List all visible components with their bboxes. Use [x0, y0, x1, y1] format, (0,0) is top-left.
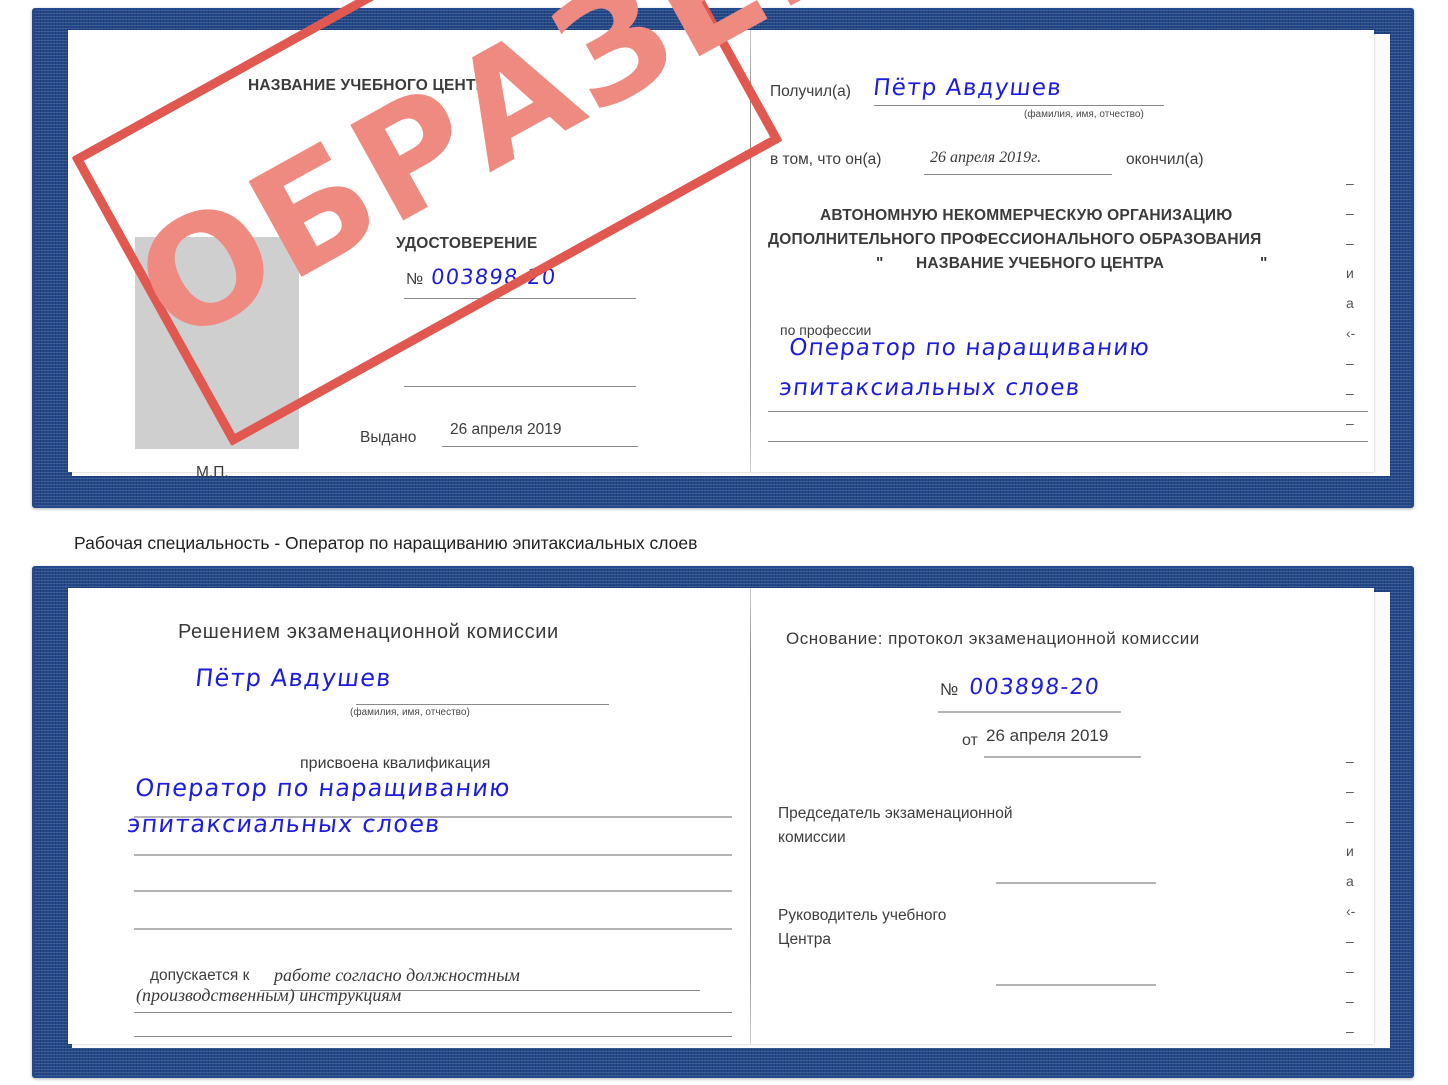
protocol-number-value: 003898-20 — [967, 675, 1102, 700]
edge-glyph: – — [1346, 783, 1354, 799]
book-gutter-top — [750, 30, 751, 472]
edge-glyph: – — [1346, 175, 1354, 191]
edge-glyph: ‹- — [1346, 903, 1356, 919]
back-page-edge-glyphs-top: – – – и а ‹- – – – — [1346, 168, 1355, 438]
organization-line-1: АВТОНОМНУЮ НЕКОММЕРЧЕСКУЮ ОРГАНИЗАЦИЮ — [820, 207, 1233, 224]
head-signature-rule — [996, 984, 1156, 986]
edge-glyph: а — [1346, 873, 1354, 889]
fio-hint-bottom: (фамилия, имя, отчество) — [350, 707, 470, 718]
finished-label: окончил(а) — [1126, 151, 1204, 168]
admitted-value-line-1: работе согласно должностным — [274, 965, 520, 985]
qualification-value-line-1: Оператор по наращиванию — [133, 774, 513, 802]
admitted-label: допускается к — [150, 967, 250, 984]
profession-rule-2 — [768, 441, 1368, 442]
photo-placeholder — [135, 237, 299, 449]
protocol-date-label: от — [962, 732, 978, 749]
page-caption: Рабочая специальность - Оператор по нара… — [74, 533, 698, 553]
qualification-label: присвоена квалификация — [300, 755, 491, 772]
head-label-line-2: Центра — [778, 931, 831, 948]
blank-rule-bottom-1 — [134, 890, 732, 892]
protocol-date-value: 26 апреля 2019 — [986, 726, 1109, 745]
received-label: Получил(а) — [770, 83, 851, 100]
edge-glyph: – — [1346, 813, 1354, 829]
pages-top: НАЗВАНИЕ УЧЕБНОГО ЦЕНТРА УДОСТОВЕРЕНИЕ №… — [68, 30, 1374, 481]
number-label-top: № — [406, 271, 424, 288]
chairman-label-line-2: комиссии — [778, 829, 846, 846]
edge-glyph: – — [1346, 205, 1354, 221]
chairman-signature-rule — [996, 882, 1156, 884]
edge-glyph: – — [1346, 385, 1354, 401]
qualification-value-line-2: эпитаксиальных слоев — [125, 810, 443, 838]
blank-rule-top-1 — [404, 386, 636, 387]
edge-glyph: – — [1346, 753, 1354, 769]
edge-glyph: – — [1346, 1023, 1354, 1039]
issued-value-top: 26 апреля 2019 — [450, 421, 562, 438]
organization-quote-open: " — [876, 255, 884, 272]
edge-glyph: – — [1346, 933, 1354, 949]
edge-glyph: – — [1346, 355, 1354, 371]
back-page-edge-glyphs-bottom: – – – и а ‹- – – – – — [1346, 746, 1355, 1046]
edge-glyph: – — [1346, 993, 1354, 1009]
edge-glyph: – — [1346, 963, 1354, 979]
profession-rule-1 — [768, 411, 1368, 412]
received-rule — [874, 105, 1164, 106]
qualification-rule-2 — [134, 854, 732, 856]
in-that-label: в том, что он(а) — [770, 151, 882, 168]
received-name-value: Пётр Авдушев — [871, 75, 1064, 101]
number-value-top: 003898-20 — [429, 265, 558, 289]
admitted-rule-3 — [134, 1036, 732, 1037]
fio-hint-top: (фамилия, имя, отчество) — [1024, 109, 1144, 120]
organization-name: НАЗВАНИЕ УЧЕБНОГО ЦЕНТРА — [916, 255, 1165, 272]
head-label-line-1: Руководитель учебного — [778, 907, 947, 924]
basis-label: Основание: протокол экзаменационной коми… — [786, 629, 1200, 648]
training-center-name-top: НАЗВАНИЕ УЧЕБНОГО ЦЕНТРА — [248, 77, 497, 94]
edge-glyph: и — [1346, 265, 1354, 281]
admitted-value-line-2: (производственным) инструкциям — [136, 985, 402, 1005]
certificate-bottom: Решением экзаменационной комиссии Пётр А… — [32, 566, 1414, 1078]
finish-date-rule — [924, 174, 1112, 175]
graduate-name-value: Пётр Авдушев — [193, 664, 394, 692]
edge-glyph: – — [1346, 235, 1354, 251]
graduate-name-rule — [356, 704, 609, 705]
edge-glyph: – — [1346, 415, 1354, 431]
chairman-label-line-1: Председатель экзаменационной — [778, 805, 1013, 822]
organization-line-2: ДОПОЛНИТЕЛЬНОГО ПРОФЕССИОНАЛЬНОГО ОБРАЗО… — [768, 231, 1262, 248]
protocol-number-rule — [938, 711, 1121, 713]
commission-decision-heading: Решением экзаменационной комиссии — [178, 621, 559, 643]
issued-rule-top — [442, 446, 638, 447]
seal-label-top: М.П. — [196, 464, 229, 481]
profession-value-line-1: Оператор по наращиванию — [787, 335, 1152, 361]
certificate-top: НАЗВАНИЕ УЧЕБНОГО ЦЕНТРА УДОСТОВЕРЕНИЕ №… — [32, 0, 1414, 508]
issued-label-top: Выдано — [360, 429, 417, 446]
protocol-date-rule — [984, 756, 1141, 758]
organization-quote-close: " — [1260, 255, 1268, 272]
number-rule-top — [404, 298, 636, 299]
protocol-number-label: № — [940, 680, 959, 699]
edge-glyph: ‹- — [1346, 325, 1356, 341]
finish-date-value: 26 апреля 2019г. — [930, 149, 1042, 166]
profession-value-line-2: эпитаксиальных слоев — [777, 375, 1082, 401]
edge-glyph: и — [1346, 843, 1354, 859]
blank-rule-bottom-2 — [134, 928, 732, 930]
admitted-rule-2 — [134, 1012, 732, 1013]
pages-bottom: Решением экзаменационной комиссии Пётр А… — [68, 588, 1374, 1044]
book-gutter-bottom — [750, 588, 751, 1044]
edge-glyph: а — [1346, 295, 1354, 311]
document-title-top: УДОСТОВЕРЕНИЕ — [396, 235, 538, 252]
